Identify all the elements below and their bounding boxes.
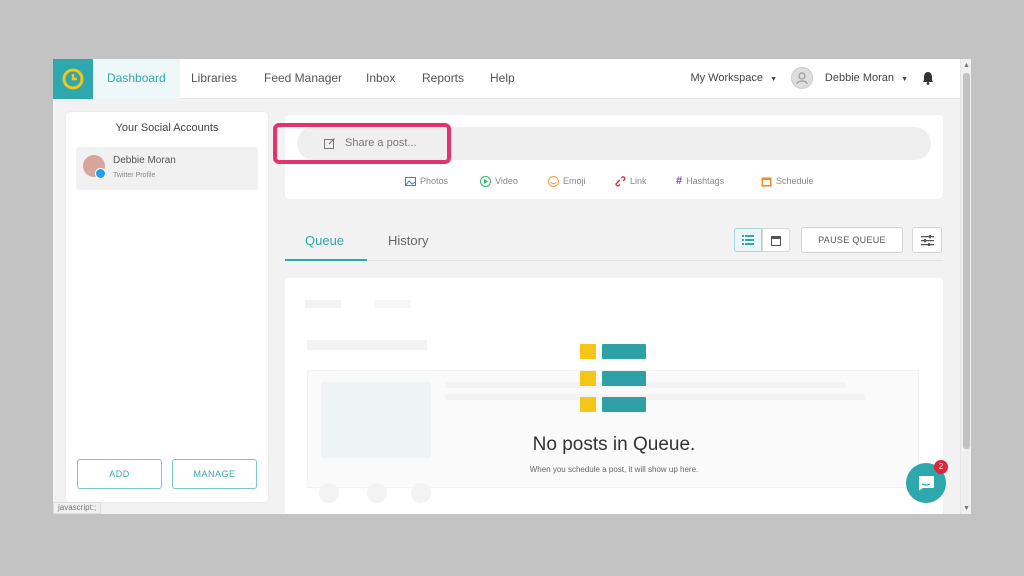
attach-video-label: Video xyxy=(495,176,518,186)
video-icon xyxy=(480,175,491,187)
empty-queue-icon xyxy=(580,344,648,414)
scrollbar-thumb[interactable] xyxy=(963,73,970,449)
manage-accounts-button[interactable]: MANAGE xyxy=(172,459,257,489)
attach-link-label: Link xyxy=(630,176,647,186)
bell-icon[interactable] xyxy=(920,70,936,86)
attach-link-button[interactable]: Link xyxy=(615,174,647,188)
empty-bar xyxy=(602,344,646,359)
scroll-down-icon[interactable]: ▼ xyxy=(963,505,970,512)
user-avatar[interactable] xyxy=(791,67,813,89)
top-navigation: Dashboard Libraries Feed Manager Inbox R… xyxy=(53,59,960,99)
empty-square xyxy=(580,344,596,359)
ghost-avatar xyxy=(367,483,387,503)
tab-queue[interactable]: Queue xyxy=(305,233,344,248)
user-icon xyxy=(796,72,808,85)
attach-emoji-button[interactable]: Emoji xyxy=(548,174,586,188)
chat-icon xyxy=(918,476,934,491)
schedule-icon xyxy=(761,177,772,186)
account-item[interactable]: Debbie Moran Twitter Profile xyxy=(76,147,258,190)
social-accounts-panel: Your Social Accounts Debbie Moran Twitte… xyxy=(66,112,268,502)
pause-queue-button[interactable]: PAUSE QUEUE xyxy=(801,227,903,253)
empty-state-title: No posts in Queue. xyxy=(532,434,696,455)
empty-bar xyxy=(602,397,646,412)
attach-video-button[interactable]: Video xyxy=(480,174,518,188)
schedule-label: Schedule xyxy=(776,176,814,186)
highlight-annotation xyxy=(273,123,451,164)
queue-panel: No posts in Queue. When you schedule a p… xyxy=(285,278,943,514)
nav-help[interactable]: Help xyxy=(490,59,515,99)
app-logo[interactable] xyxy=(53,59,93,99)
active-tab-indicator xyxy=(285,259,367,261)
ghost-date xyxy=(307,340,427,350)
attach-hashtags-button[interactable]: # Hashtags xyxy=(676,174,724,188)
queue-settings-button[interactable] xyxy=(912,227,942,253)
chevron-down-icon: ▼ xyxy=(770,76,777,83)
nav-dashboard[interactable]: Dashboard xyxy=(93,59,180,99)
chat-unread-badge: 2 xyxy=(934,460,948,474)
emoji-icon xyxy=(548,175,559,187)
chevron-down-icon: ▼ xyxy=(901,76,908,83)
account-name: Debbie Moran xyxy=(113,155,176,166)
calendar-icon xyxy=(771,235,781,246)
workspace-label: My Workspace xyxy=(690,72,763,84)
empty-square xyxy=(580,371,596,386)
ghost-line xyxy=(445,394,865,400)
nav-feed-manager[interactable]: Feed Manager xyxy=(264,59,342,99)
nav-reports[interactable]: Reports xyxy=(422,59,464,99)
list-icon xyxy=(742,235,754,245)
user-menu[interactable]: Debbie Moran ▼ xyxy=(825,59,908,99)
clock-logo-icon xyxy=(62,68,84,90)
sliders-icon xyxy=(920,234,934,246)
twitter-icon xyxy=(95,168,106,179)
ghost-avatar xyxy=(411,483,431,503)
scroll-up-icon[interactable]: ▲ xyxy=(963,62,970,69)
attach-photos-button[interactable]: Photos xyxy=(405,174,448,188)
workspace-dropdown[interactable]: My Workspace ▼ xyxy=(690,59,777,99)
vertical-scrollbar[interactable]: ▲ ▼ xyxy=(960,59,971,514)
ghost-tab xyxy=(305,300,341,308)
calendar-view-button[interactable] xyxy=(762,228,790,252)
photo-icon xyxy=(405,176,416,186)
user-name-label: Debbie Moran xyxy=(824,72,894,84)
ghost-tab xyxy=(375,300,411,308)
empty-square xyxy=(580,397,596,412)
hashtag-icon: # xyxy=(676,175,683,187)
status-bar-url: javascript:; xyxy=(53,502,102,514)
ghost-avatar xyxy=(319,483,339,503)
nav-inbox[interactable]: Inbox xyxy=(366,59,395,99)
empty-state-subtitle: When you schedule a post, it will show u… xyxy=(529,465,699,474)
add-account-button[interactable]: ADD xyxy=(77,459,162,489)
list-view-button[interactable] xyxy=(734,228,762,252)
tab-history[interactable]: History xyxy=(388,233,428,248)
attach-photos-label: Photos xyxy=(420,176,449,186)
schedule-button[interactable]: Schedule xyxy=(761,174,814,188)
empty-bar xyxy=(602,371,646,386)
tabs-divider xyxy=(285,260,943,261)
nav-libraries[interactable]: Libraries xyxy=(191,59,237,99)
attach-emoji-label: Emoji xyxy=(563,176,586,186)
app-window: Dashboard Libraries Feed Manager Inbox R… xyxy=(53,59,971,514)
attach-hashtags-label: Hashtags xyxy=(686,176,725,186)
link-icon xyxy=(615,175,626,187)
panel-title: Your Social Accounts xyxy=(115,122,219,134)
account-type: Twitter Profile xyxy=(113,172,156,179)
